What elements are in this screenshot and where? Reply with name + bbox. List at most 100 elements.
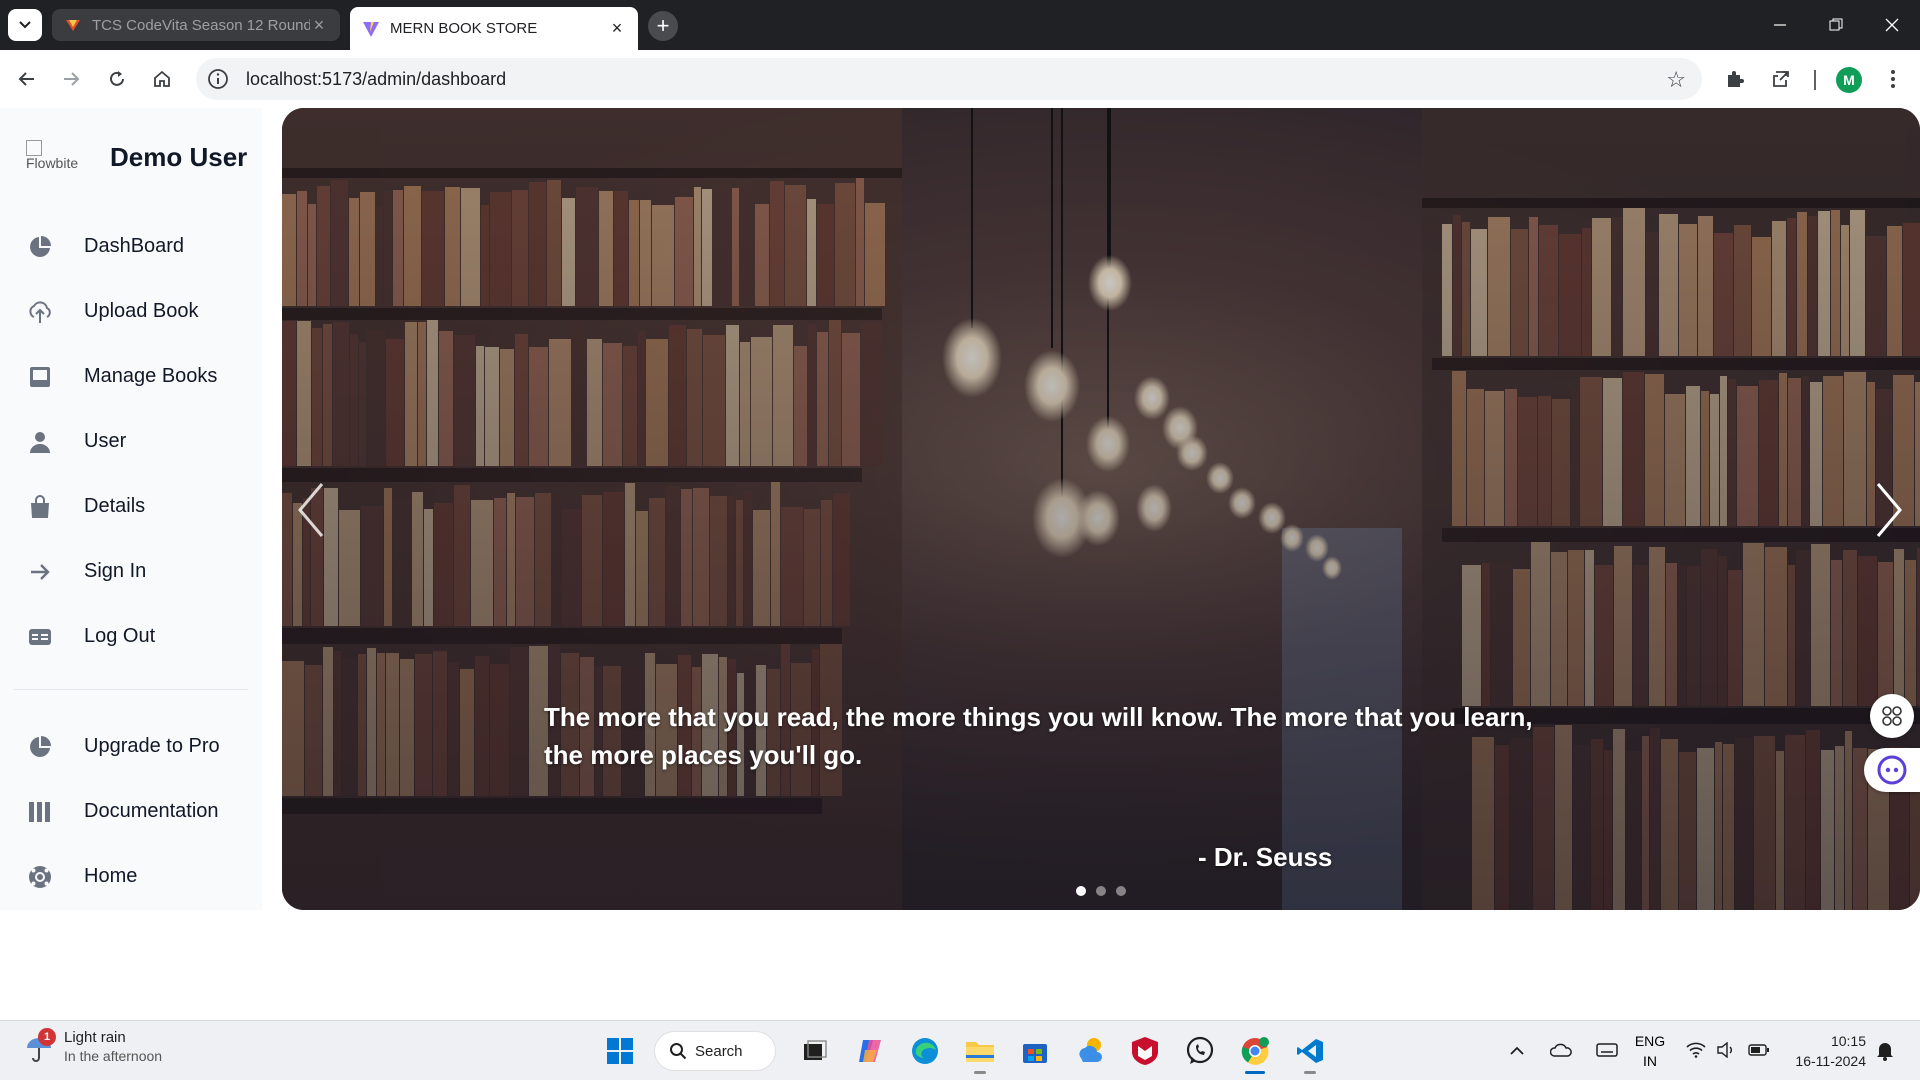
- tab-search-button[interactable]: [8, 9, 42, 41]
- search-icon: [670, 1043, 687, 1060]
- bell-icon: [1877, 1043, 1893, 1061]
- user-name: Demo User: [110, 141, 248, 172]
- close-icon[interactable]: ×: [310, 15, 328, 36]
- new-tab-button[interactable]: +: [648, 11, 678, 41]
- carousel-quote: The more that you read, the more things …: [544, 702, 1533, 770]
- sidebar-item-label: Details: [84, 495, 146, 517]
- browser-menu-button[interactable]: [1874, 60, 1912, 98]
- user-icon: [26, 428, 54, 456]
- carousel-dot[interactable]: [1116, 886, 1126, 896]
- running-indicator: [1304, 1071, 1316, 1074]
- weather-title: Light rain: [64, 1029, 126, 1046]
- chevron-down-icon: [19, 21, 31, 29]
- taskbar-chrome[interactable]: [1231, 1027, 1279, 1075]
- chevron-up-icon: [1510, 1046, 1524, 1055]
- running-indicator: [1245, 1071, 1265, 1074]
- reload-button[interactable]: [98, 60, 136, 98]
- carousel-dot[interactable]: [1096, 886, 1106, 896]
- sidebar-item-label: Log Out: [84, 625, 156, 647]
- taskbar-whatsapp[interactable]: [1176, 1027, 1224, 1075]
- keyboard-icon[interactable]: [1596, 1042, 1618, 1061]
- home-button[interactable]: [143, 60, 181, 98]
- start-button[interactable]: [596, 1027, 644, 1075]
- tab-codevita[interactable]: TCS CodeVita Season 12 Round ×: [52, 9, 340, 41]
- floating-apps-button[interactable]: [1870, 694, 1914, 738]
- flowbite-logo[interactable]: Flowbite: [26, 140, 96, 174]
- shield-m-icon: [1132, 1037, 1158, 1065]
- reload-icon: [110, 71, 124, 86]
- carousel-dot[interactable]: [1076, 886, 1086, 896]
- weather-widget[interactable]: 1 Light rain In the afternoon: [24, 1028, 163, 1065]
- extensions-button[interactable]: [1716, 60, 1754, 98]
- sidebar-item-dashboard[interactable]: DashBoard: [14, 214, 248, 279]
- quick-settings[interactable]: [1686, 1021, 1770, 1081]
- columns-icon: [26, 798, 54, 826]
- tab-mern-book-store[interactable]: MERN BOOK STORE ×: [350, 7, 638, 50]
- back-button[interactable]: [8, 60, 46, 98]
- taskbar-clock[interactable]: 10:15 16-11-2024: [1786, 1031, 1866, 1071]
- minimize-button[interactable]: [1752, 0, 1808, 50]
- address-bar[interactable]: ☆: [196, 58, 1702, 100]
- carousel-prev-button[interactable]: [286, 470, 336, 550]
- taskbar-mcafee[interactable]: [1121, 1027, 1169, 1075]
- tab-title: TCS CodeVita Season 12 Round: [92, 16, 310, 34]
- share-button[interactable]: [1762, 60, 1800, 98]
- running-indicator: [974, 1071, 986, 1074]
- sidebar-item-details[interactable]: Details: [14, 474, 248, 539]
- taskbar-edge[interactable]: [901, 1027, 949, 1075]
- sidebar-item-log-out[interactable]: Log Out: [14, 604, 248, 669]
- sidebar-item-home[interactable]: Home: [14, 844, 248, 909]
- taskbar-store[interactable]: [1011, 1027, 1059, 1075]
- sidebar-item-sign-in[interactable]: Sign In: [14, 539, 248, 604]
- carousel-next-button[interactable]: [1864, 470, 1914, 550]
- browser-tab-strip: TCS CodeVita Season 12 Round × MERN BOOK…: [0, 0, 1920, 50]
- sidebar-item-upgrade-to-pro[interactable]: Upgrade to Pro: [14, 714, 248, 779]
- arrow-left-icon: [18, 72, 34, 86]
- wifi-icon: [1686, 1042, 1706, 1061]
- close-icon[interactable]: ×: [608, 18, 626, 39]
- weather-subtitle: In the afternoon: [64, 1048, 163, 1064]
- taskbar-task-view[interactable]: [791, 1027, 839, 1075]
- taskbar-vscode[interactable]: [1286, 1027, 1334, 1075]
- system-tray: [1510, 1021, 1618, 1081]
- restore-button[interactable]: [1808, 0, 1864, 50]
- clock-date: 16-11-2024: [1795, 1053, 1866, 1069]
- notification-bell-button[interactable]: [1876, 1021, 1894, 1081]
- profile-avatar[interactable]: M: [1836, 67, 1862, 93]
- close-window-button[interactable]: [1864, 0, 1920, 50]
- vite-favicon-icon: [363, 21, 379, 37]
- taskbar-search[interactable]: Search: [655, 1032, 775, 1070]
- taskbar-file-explorer[interactable]: [956, 1027, 1004, 1075]
- task-view-icon: [804, 1040, 827, 1060]
- show-hidden-icons-button[interactable]: [1510, 1043, 1524, 1059]
- taskbar-copilot[interactable]: [846, 1027, 894, 1075]
- more-vertical-icon: [1891, 70, 1895, 88]
- forward-button[interactable]: [52, 60, 90, 98]
- tcs-favicon-icon: [66, 20, 80, 31]
- whatsapp-icon: [1186, 1036, 1214, 1064]
- grid-apps-icon: [1882, 706, 1902, 726]
- bookmark-star-icon[interactable]: ☆: [1666, 67, 1686, 93]
- restore-icon: [1829, 18, 1843, 31]
- pie-chart-icon: [26, 233, 54, 261]
- sidebar-item-label: Sign In: [84, 560, 147, 582]
- onedrive-sync-icon[interactable]: [1549, 1042, 1572, 1061]
- sidebar: Flowbite Demo User DashBoard Upload Book…: [0, 108, 262, 910]
- battery-icon: [1748, 1043, 1770, 1060]
- sidebar-item-user[interactable]: User: [14, 409, 248, 474]
- sidebar-item-manage-books[interactable]: Manage Books: [14, 344, 248, 409]
- arrow-right-icon: [26, 558, 54, 586]
- sidebar-nav: DashBoard Upload Book Manage Books User …: [14, 214, 248, 909]
- table-icon: [26, 623, 54, 651]
- floating-assistant-button[interactable]: [1864, 748, 1920, 792]
- taskbar-weather-app[interactable]: [1066, 1027, 1114, 1075]
- sidebar-item-documentation[interactable]: Documentation: [14, 779, 248, 844]
- shopping-bag-icon: [26, 493, 54, 521]
- language-indicator[interactable]: ENG IN: [1630, 1031, 1670, 1071]
- carousel-indicators: [1076, 886, 1126, 896]
- language-code: ENG: [1634, 1033, 1666, 1049]
- sidebar-item-upload-book[interactable]: Upload Book: [14, 279, 248, 344]
- sidebar-item-label: Documentation: [84, 800, 219, 822]
- site-info-icon[interactable]: [206, 67, 230, 91]
- url-input[interactable]: [246, 68, 1546, 90]
